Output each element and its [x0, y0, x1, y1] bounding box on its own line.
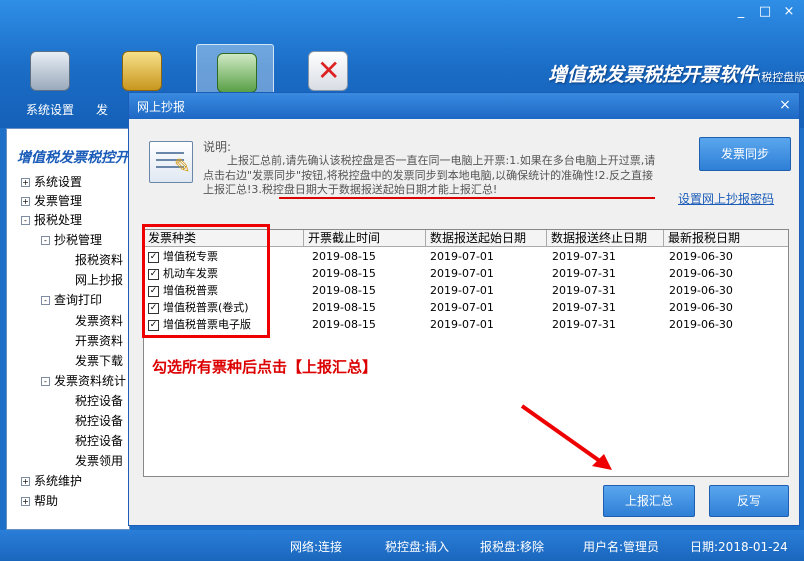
set-password-link[interactable]: 设置网上抄报密码: [678, 190, 774, 207]
expand-icon[interactable]: +: [21, 497, 30, 506]
submit-summary-button[interactable]: 上报汇总: [603, 485, 695, 517]
column-header[interactable]: 最新报税日期: [664, 230, 788, 247]
dialog-titlebar: 网上抄报 ×: [129, 93, 799, 119]
tree-item-query-print[interactable]: - 查询打印: [41, 291, 102, 309]
column-header[interactable]: 数据报送终止日期: [547, 230, 664, 247]
tree-item-device-3[interactable]: 税控设备: [75, 432, 123, 450]
tree-item-invoice-management[interactable]: + 发票管理: [21, 192, 82, 210]
status-user: 用户名:管理员: [583, 540, 660, 554]
tree-item-online-report[interactable]: 网上抄报: [75, 271, 123, 289]
tree-item-invoice-claim[interactable]: 发票领用: [75, 452, 123, 470]
note-edit-icon: [149, 141, 193, 183]
reverse-write-button[interactable]: 反写: [709, 485, 789, 517]
expand-icon[interactable]: +: [21, 178, 30, 187]
deadline-cell: 2019-08-15: [312, 301, 376, 314]
tree-item-invoice-data[interactable]: 发票资料: [75, 312, 123, 330]
end-date-cell: 2019-07-31: [552, 267, 616, 280]
tree-item-tax-processing[interactable]: - 报税处理: [21, 211, 82, 229]
latest-date-cell: 2019-06-30: [669, 301, 733, 314]
toolbar-label: 系统设置: [25, 103, 74, 117]
tree-item-device-1[interactable]: 税控设备: [75, 392, 123, 410]
invoice-sync-button[interactable]: 发票同步: [699, 137, 791, 171]
deadline-cell: 2019-08-15: [312, 284, 376, 297]
start-date-cell: 2019-07-01: [430, 301, 494, 314]
end-date-cell: 2019-07-31: [552, 318, 616, 331]
start-date-cell: 2019-07-01: [430, 284, 494, 297]
end-date-cell: 2019-07-31: [552, 284, 616, 297]
end-date-cell: 2019-07-31: [552, 250, 616, 263]
folder-icon: [122, 51, 162, 91]
toolbar-label: 发: [95, 103, 108, 117]
expand-icon[interactable]: +: [21, 197, 30, 206]
collapse-icon[interactable]: -: [41, 236, 50, 245]
status-report-disk: 报税盘:移除: [480, 540, 545, 554]
sidebar: 增值税发票税控开 + 系统设置 + 发票管理 - 报税处理 - 抄税管理 报税资料 网上…: [6, 128, 130, 530]
dialog-title: 网上抄报: [137, 100, 186, 114]
tree-item-help[interactable]: + 帮助: [21, 492, 58, 510]
annotation-arrow-icon: [520, 404, 612, 470]
start-date-cell: 2019-07-01: [430, 318, 494, 331]
status-bar: 网络:连接 税控盘:插入 报税盘:移除 用户名:管理员 日期:2018-01-2…: [0, 530, 804, 561]
tree-item-system-settings[interactable]: + 系统设置: [21, 173, 82, 191]
close-app-button[interactable]: ×: [778, 2, 800, 22]
status-network: 网络:连接: [290, 540, 343, 554]
tree-item-invoice-download[interactable]: 发票下载: [75, 352, 123, 370]
minimize-button[interactable]: _: [730, 2, 752, 22]
deadline-cell: 2019-08-15: [312, 267, 376, 280]
tools-icon: [308, 51, 348, 91]
tree-item-billing-data[interactable]: 开票资料: [75, 332, 123, 350]
annotation-underline: [279, 197, 655, 199]
tree-item-tax-data[interactable]: 报税资料: [75, 251, 123, 269]
tree-item-invoice-stats[interactable]: - 发票资料统计: [41, 372, 126, 390]
sidebar-title: 增值税发票税控开: [17, 150, 129, 166]
collapse-icon[interactable]: -: [41, 377, 50, 386]
column-header[interactable]: 开票截止时间: [304, 230, 426, 247]
brand-title: 增值税发票税控开票软件(税控盘版): [548, 60, 804, 87]
latest-date-cell: 2019-06-30: [669, 284, 733, 297]
report-upload-icon: [217, 53, 257, 93]
description-label: 说明:: [203, 140, 232, 154]
tree-item-copy-tax[interactable]: - 抄税管理: [41, 231, 102, 249]
dialog-close-button[interactable]: ×: [775, 96, 795, 115]
annotation-instruction: 勾选所有票种后点击【上报汇总】: [152, 358, 378, 376]
start-date-cell: 2019-07-01: [430, 267, 494, 280]
latest-date-cell: 2019-06-30: [669, 318, 733, 331]
tree-item-system-maintenance[interactable]: + 系统维护: [21, 472, 82, 490]
annotation-highlight-box: [142, 224, 270, 338]
window-controls: _ □ ×: [730, 2, 800, 22]
brand-subtitle: (税控盘版): [757, 71, 804, 84]
column-header[interactable]: 数据报送起始日期: [426, 230, 547, 247]
start-date-cell: 2019-07-01: [430, 250, 494, 263]
status-tax-disk: 税控盘:插入: [385, 540, 450, 554]
maximize-button[interactable]: □: [754, 2, 776, 22]
latest-date-cell: 2019-06-30: [669, 267, 733, 280]
collapse-icon[interactable]: -: [21, 216, 30, 225]
deadline-cell: 2019-08-15: [312, 250, 376, 263]
description-text: 上报汇总前,请先确认该税控盘是否一直在同一电脑上开票:1.如果在多台电脑上开过票…: [203, 154, 656, 196]
end-date-cell: 2019-07-31: [552, 301, 616, 314]
toolbar-system-settings[interactable]: 系统设置: [18, 45, 82, 117]
status-date: 日期:2018-01-24: [690, 540, 788, 554]
settings-panel-icon: [30, 51, 70, 91]
collapse-icon[interactable]: -: [41, 296, 50, 305]
tree-item-device-2[interactable]: 税控设备: [75, 412, 123, 430]
deadline-cell: 2019-08-15: [312, 318, 376, 331]
expand-icon[interactable]: +: [21, 477, 30, 486]
latest-date-cell: 2019-06-30: [669, 250, 733, 263]
